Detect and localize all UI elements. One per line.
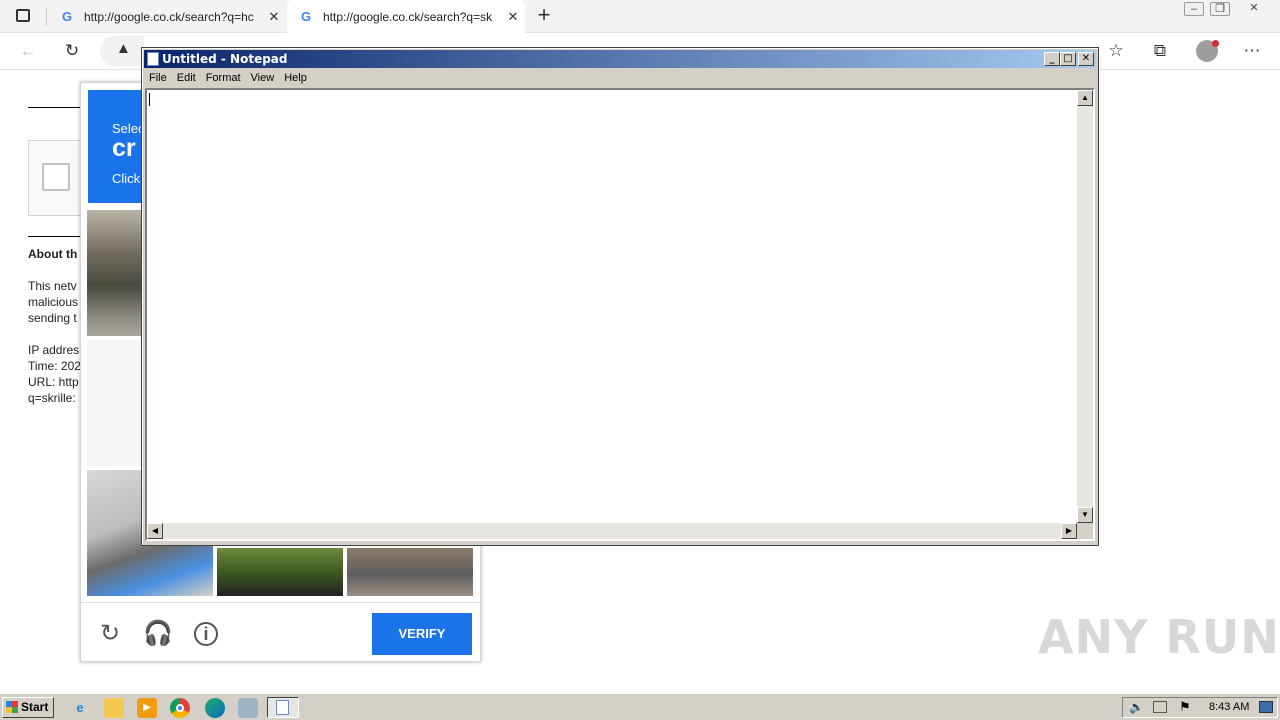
minimize-button[interactable]: – (1184, 2, 1204, 16)
menu-file[interactable]: File (144, 69, 172, 87)
tab-2-close-icon[interactable]: ✕ (505, 9, 521, 25)
page-divider (28, 107, 80, 108)
volume-icon[interactable]: 🔈 (1129, 700, 1144, 714)
text-cursor (149, 93, 150, 106)
tab-2[interactable]: G http://google.co.ck/search?q=sk ✕ (287, 0, 525, 33)
menu-view[interactable]: View (246, 69, 280, 87)
network-icon[interactable] (1153, 701, 1167, 713)
notepad-titlebar[interactable]: Untitled - Notepad _ □ ✕ (144, 50, 1096, 68)
google-favicon-icon: G (300, 8, 312, 24)
notepad-text-area[interactable]: ▲ ▼ ◀ ▶ (145, 88, 1095, 541)
page-divider (28, 236, 80, 237)
tab-divider (46, 8, 47, 26)
menu-edit[interactable]: Edit (172, 69, 201, 87)
info-icon[interactable]: i (191, 619, 221, 649)
browser-tab-strip: G http://google.co.ck/search?q=hc ✕ G ht… (0, 0, 1280, 33)
page-paragraph-line: malicious (28, 295, 79, 309)
verify-button[interactable]: VERIFY (372, 613, 472, 655)
notepad-menubar: File Edit Format View Help (144, 69, 312, 87)
restore-button[interactable]: ❐ (1210, 2, 1230, 16)
vertical-scrollbar[interactable]: ▲ ▼ (1077, 90, 1093, 523)
watermark-logo: ANY RUN (1038, 610, 1280, 664)
scroll-down-button[interactable]: ▼ (1077, 507, 1093, 523)
profile-avatar[interactable] (1196, 40, 1219, 62)
captcha-hint: Click (112, 171, 141, 186)
about-heading: About th (28, 247, 78, 261)
windows-logo-icon (6, 701, 18, 713)
page-info-line: IP addres (28, 343, 80, 357)
more-options-icon[interactable]: ⋯ (1240, 39, 1264, 63)
collections-icon[interactable]: ⧉ (1148, 39, 1172, 63)
close-window-button[interactable]: ✕ (1244, 2, 1264, 16)
captcha-footer-divider (81, 602, 480, 603)
back-icon[interactable]: ← (16, 39, 40, 63)
flag-icon[interactable]: ⚑ (1179, 699, 1191, 715)
notepad-window: Untitled - Notepad _ □ ✕ File Edit Forma… (141, 47, 1099, 546)
scroll-up-button[interactable]: ▲ (1077, 90, 1093, 106)
google-favicon-icon: G (61, 8, 73, 24)
file-explorer-icon[interactable] (104, 698, 124, 718)
notepad-taskbar-button[interactable] (267, 697, 299, 718)
headphones-icon[interactable]: 🎧 (143, 619, 173, 649)
tab-1-title: http://google.co.ck/search?q=hc (84, 9, 254, 24)
captcha-image-tile[interactable] (217, 548, 343, 596)
notepad-maximize-button[interactable]: □ (1060, 52, 1076, 66)
captcha-image-tile[interactable] (87, 340, 141, 466)
warning-icon: ▲ (116, 40, 131, 57)
refresh-icon[interactable]: ↻ (60, 39, 84, 63)
show-desktop-icon[interactable] (1259, 701, 1273, 713)
start-button[interactable]: Start (2, 697, 54, 718)
start-label: Start (21, 700, 49, 714)
clock: 8:43 AM (1209, 701, 1250, 713)
recaptcha-checkbox[interactable] (42, 163, 70, 191)
new-tab-button[interactable]: + (533, 4, 555, 26)
notepad-icon (147, 52, 159, 66)
tab-2-title: http://google.co.ck/search?q=sk (323, 9, 493, 24)
captcha-target-word: cr (112, 134, 136, 162)
page-paragraph-line: sending t (28, 311, 77, 325)
reload-icon[interactable]: ↻ (95, 619, 125, 649)
scroll-right-button[interactable]: ▶ (1061, 523, 1077, 539)
app-icon[interactable] (238, 698, 258, 718)
page-info-line: Time: 202 (28, 359, 81, 373)
tab-actions-icon[interactable] (16, 9, 30, 22)
system-tray: 🔈 ⚑ 8:43 AM (1122, 697, 1278, 718)
scroll-left-button[interactable]: ◀ (147, 523, 163, 539)
internet-explorer-icon[interactable]: e (70, 698, 90, 718)
tab-1-close-icon[interactable]: ✕ (266, 9, 282, 25)
notepad-minimize-button[interactable]: _ (1044, 52, 1060, 66)
tab-1[interactable]: G http://google.co.ck/search?q=hc ✕ (48, 0, 284, 33)
notepad-title: Untitled - Notepad (162, 52, 288, 66)
page-info-line: q=skrille: (28, 391, 76, 405)
menu-help[interactable]: Help (279, 69, 312, 87)
edge-icon[interactable] (205, 698, 225, 718)
page-paragraph-line: This netv (28, 279, 77, 293)
page-info-line: URL: http (28, 375, 79, 389)
taskbar: Start e ▶ 🔈 ⚑ 8:43 AM (0, 693, 1280, 720)
captcha-image-tile[interactable] (347, 548, 473, 596)
favorites-icon[interactable]: ☆ (1104, 39, 1128, 63)
notification-dot-icon (1212, 40, 1219, 47)
captcha-image-tile[interactable] (87, 210, 141, 336)
media-player-icon[interactable]: ▶ (137, 698, 157, 718)
recaptcha-checkbox-box (28, 140, 83, 216)
chrome-icon[interactable] (170, 698, 190, 718)
notepad-close-button[interactable]: ✕ (1078, 52, 1094, 66)
resize-grip[interactable] (1077, 523, 1093, 539)
horizontal-scrollbar[interactable]: ◀ ▶ (147, 523, 1077, 539)
menu-format[interactable]: Format (201, 69, 246, 87)
address-bar[interactable]: ▲ (100, 36, 144, 66)
notepad-task-icon (276, 700, 289, 715)
